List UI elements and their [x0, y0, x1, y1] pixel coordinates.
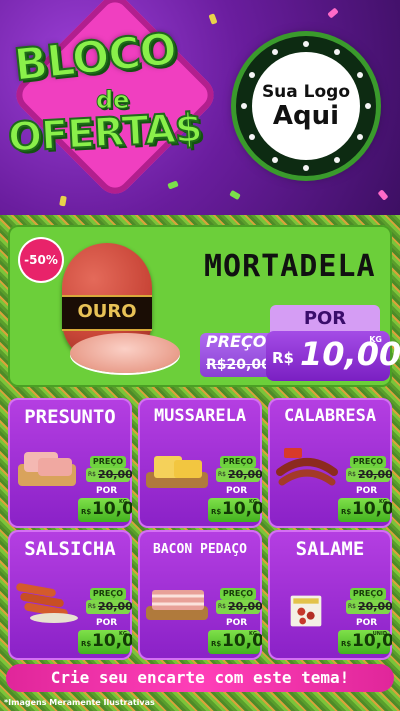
new-price: 10,00 [300, 335, 400, 373]
por-tag: POR [270, 305, 380, 333]
cta-label: Crie seu encarte com este tema! [50, 668, 350, 687]
hero-product-name: MORTADELA [204, 249, 376, 284]
por-label: POR [303, 308, 347, 329]
sausage-icon [276, 448, 338, 486]
old-price: R$20,00 [206, 357, 271, 373]
create-flyer-button[interactable]: Crie seu encarte com este tema! [6, 664, 394, 692]
cheese-icon [146, 456, 208, 488]
disclaimer-text: *Imagens Meramente Ilustrativas [4, 698, 155, 707]
currency-label: R$ [272, 349, 294, 367]
header-banner: BLOCO de OFERTA$ Sua Logo Aqui [0, 0, 400, 215]
confetti-piece [229, 189, 241, 201]
por-label: POR [96, 486, 118, 496]
preco-label: PREÇO [220, 456, 256, 468]
new-price-tag: R$10,00UNID [338, 630, 392, 654]
old-price: R$20,00 [216, 600, 262, 614]
old-price: R$20,00 [346, 468, 392, 482]
logo-text-line1: Sua Logo [261, 82, 351, 102]
old-price: R$20,00 [346, 600, 392, 614]
product-card-bacon: BACON PEDAÇO PREÇO R$20,00 POR R$10,00KG [138, 530, 262, 660]
old-price: R$20,00 [86, 600, 132, 614]
logo-placeholder: Sua Logo Aqui [236, 36, 376, 176]
product-name: MUSSARELA [153, 406, 247, 426]
product-card-mussarela: MUSSARELA PREÇO R$20,00 POR R$10,00KG [138, 398, 262, 528]
confetti-piece [208, 13, 218, 25]
product-name: PRESUNTO [24, 406, 116, 428]
preco-label: PREÇO [220, 588, 256, 600]
title-ofertas: OFERTA$ [6, 104, 204, 162]
new-price-tag: R$10,00KG [338, 498, 392, 522]
old-price: R$20,00 [216, 468, 262, 482]
confetti-piece [59, 195, 67, 207]
por-label: POR [356, 486, 378, 496]
preco-label: PREÇO [206, 332, 267, 351]
por-label: POR [96, 618, 118, 628]
preco-label: PREÇO [90, 456, 126, 468]
preco-label: PREÇO [90, 588, 126, 600]
hero-offer-card: -50% OURO MORTADELA PREÇO R$20,00 POR R$… [8, 225, 400, 387]
confetti-piece [327, 7, 339, 19]
logo-circle: Sua Logo Aqui [252, 52, 360, 160]
hotdog-sausage-icon [16, 583, 78, 623]
new-price-tag: R$10,00KG [78, 630, 132, 654]
product-name: BACON PEDAÇO [153, 542, 247, 557]
product-name: SALSICHA [24, 538, 116, 560]
product-card-salsicha: SALSICHA PREÇO R$20,00 POR R$10,00KG [8, 530, 132, 660]
confetti-piece [377, 189, 389, 201]
product-card-salame: SALAME PREÇO R$20,00 POR R$10,00UNID [268, 530, 392, 660]
brand-label: OURO [77, 301, 137, 322]
confetti-piece [167, 180, 179, 190]
unit-label: KG [369, 335, 382, 344]
product-name: CALABRESA [283, 406, 377, 426]
discount-badge: -50% [20, 239, 62, 281]
new-price-tag: R$10,00KG [208, 630, 262, 654]
product-card-calabresa: CALABRESA PREÇO R$20,00 POR R$10,00KG [268, 398, 392, 528]
product-name: SALAME [295, 538, 365, 560]
por-label: POR [356, 618, 378, 628]
new-price-tag: R$10,00KG [78, 498, 132, 522]
bacon-icon [146, 590, 208, 620]
salami-pack-icon [290, 595, 322, 627]
new-price-tag: R$ 10,00 KG [266, 331, 400, 381]
old-price: R$20,00 [86, 468, 132, 482]
por-label: POR [226, 486, 248, 496]
preco-label: PREÇO [350, 456, 386, 468]
ham-slices-icon [18, 452, 76, 486]
new-price-tag: R$10,00KG [208, 498, 262, 522]
logo-text-line2: Aqui [272, 101, 340, 131]
sliced-meat-plate-icon [70, 333, 180, 373]
product-card-presunto: PRESUNTO PREÇO R$20,00 POR R$10,00KG [8, 398, 132, 528]
por-label: POR [226, 618, 248, 628]
preco-label: PREÇO [350, 588, 386, 600]
